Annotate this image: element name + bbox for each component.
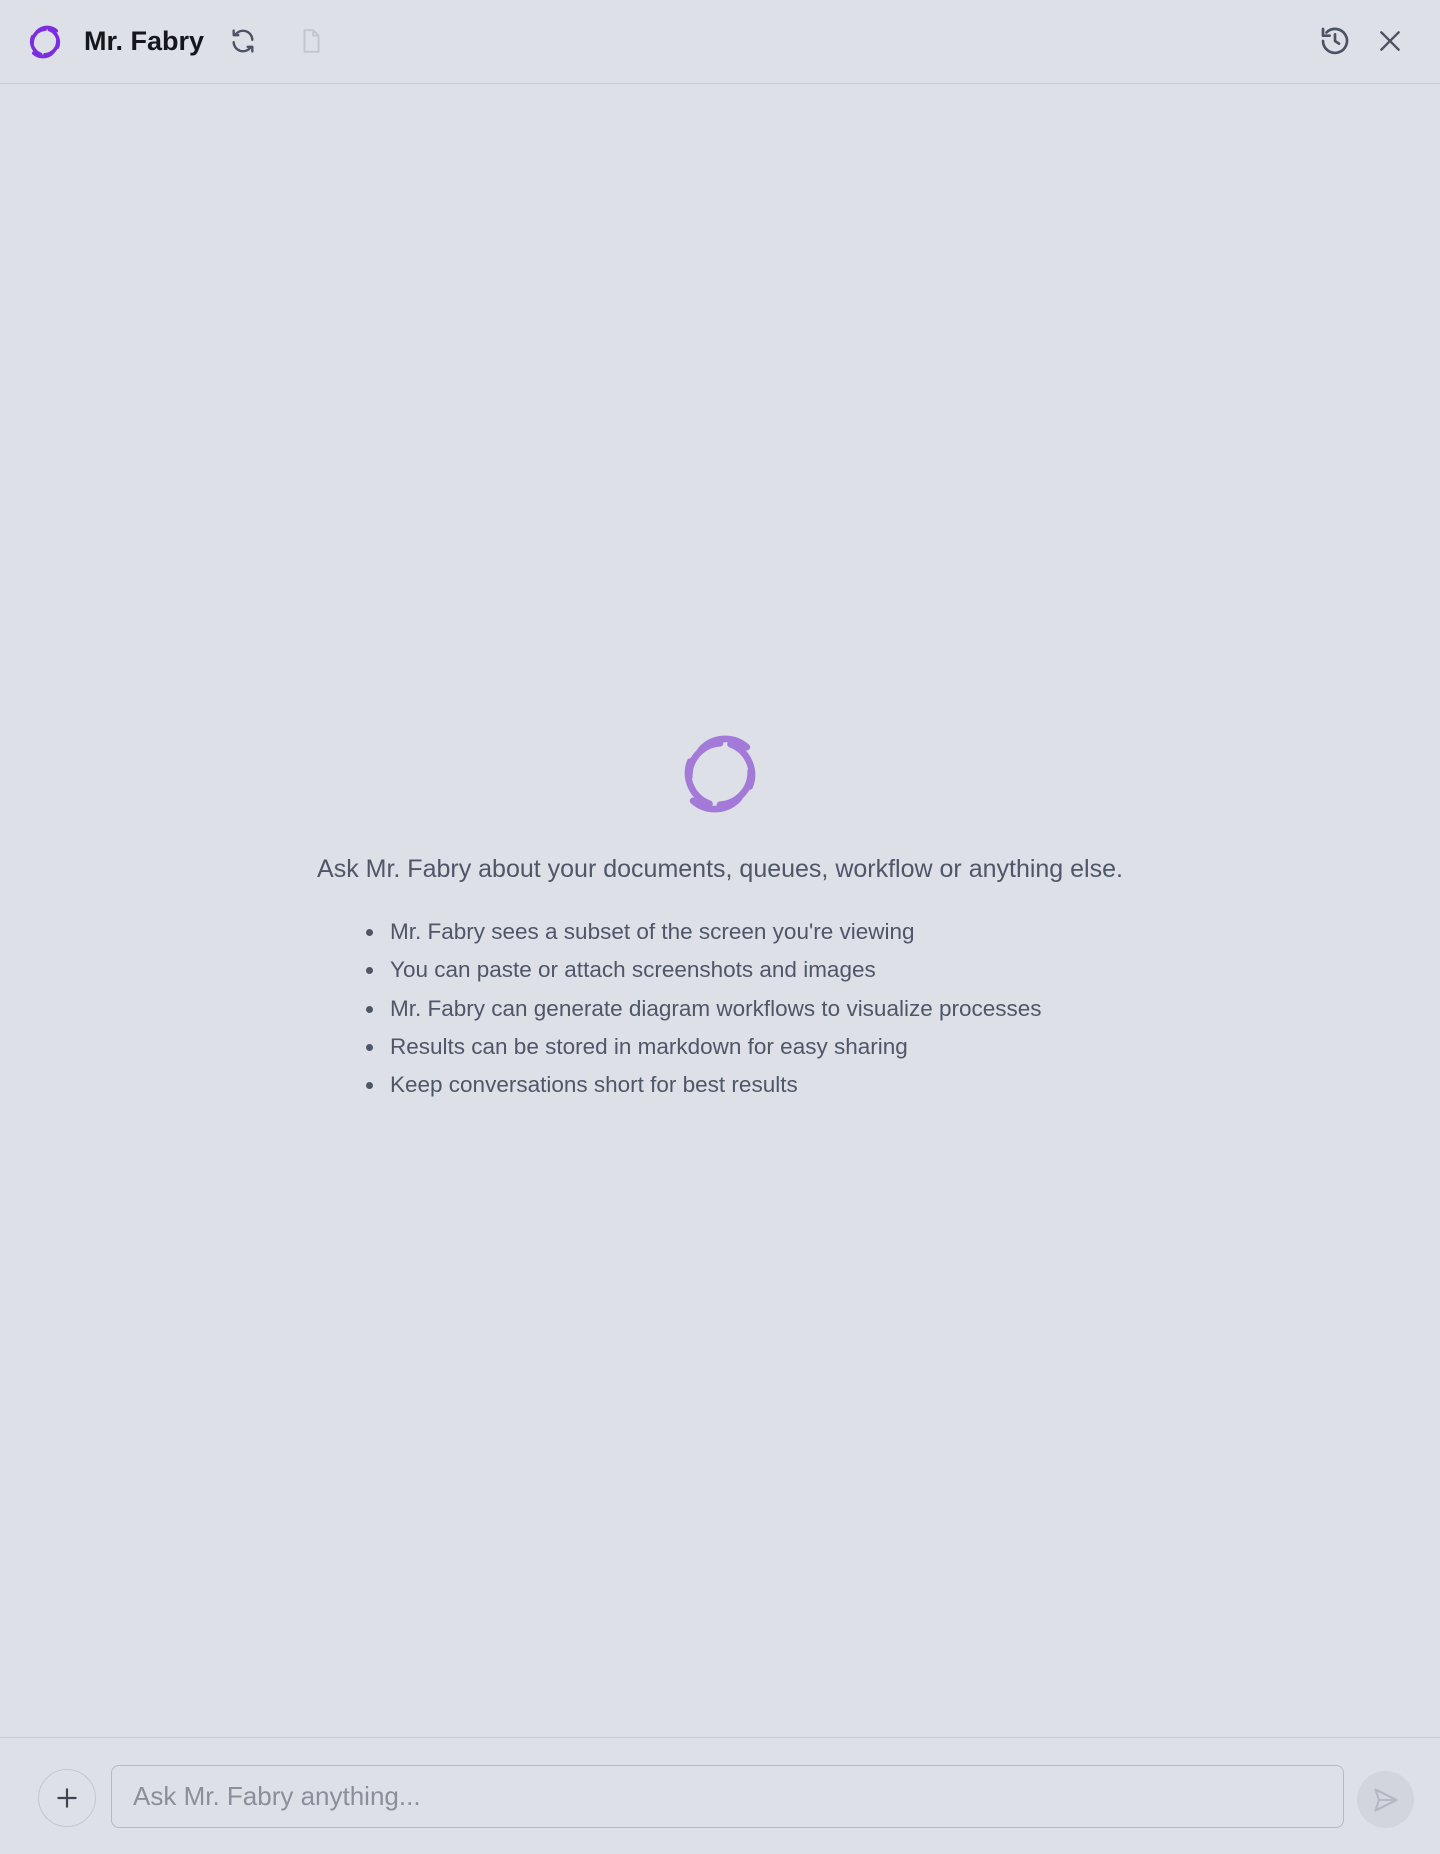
- close-icon: [1380, 31, 1400, 51]
- document-icon: [303, 29, 320, 53]
- refresh-button[interactable]: [223, 21, 263, 61]
- send-icon: [1373, 1787, 1398, 1812]
- document-button: [291, 21, 331, 61]
- list-item: Mr. Fabry can generate diagram workflows…: [386, 990, 1042, 1028]
- list-item: Mr. Fabry sees a subset of the screen yo…: [386, 913, 1042, 951]
- tips-list: Mr. Fabry sees a subset of the screen yo…: [362, 913, 1042, 1104]
- list-item: Results can be stored in markdown for ea…: [386, 1028, 1042, 1066]
- send-button[interactable]: [1357, 1771, 1414, 1828]
- attach-button[interactable]: [38, 1769, 96, 1827]
- message-input-container: [111, 1765, 1344, 1828]
- header: Mr. Fabry: [0, 0, 1440, 84]
- history-button[interactable]: [1315, 21, 1355, 61]
- history-icon: [1321, 27, 1349, 55]
- plus-icon: [57, 1788, 77, 1808]
- list-item: You can paste or attach screenshots and …: [386, 951, 1042, 989]
- list-item: Keep conversations short for best result…: [386, 1066, 1042, 1104]
- intro-text: Ask Mr. Fabry about your documents, queu…: [317, 855, 1123, 883]
- fabry-logo-large-icon: [684, 735, 756, 813]
- refresh-icon: [232, 29, 254, 53]
- fabry-logo-icon: [29, 25, 61, 59]
- app-title: Mr. Fabry: [84, 26, 205, 56]
- composer: [0, 1737, 1440, 1854]
- close-button[interactable]: [1370, 21, 1410, 61]
- mr-fabry-panel: Mr. Fabry Ask Mr. Fabry about your docum…: [0, 0, 1440, 1854]
- message-input[interactable]: [112, 1766, 1343, 1827]
